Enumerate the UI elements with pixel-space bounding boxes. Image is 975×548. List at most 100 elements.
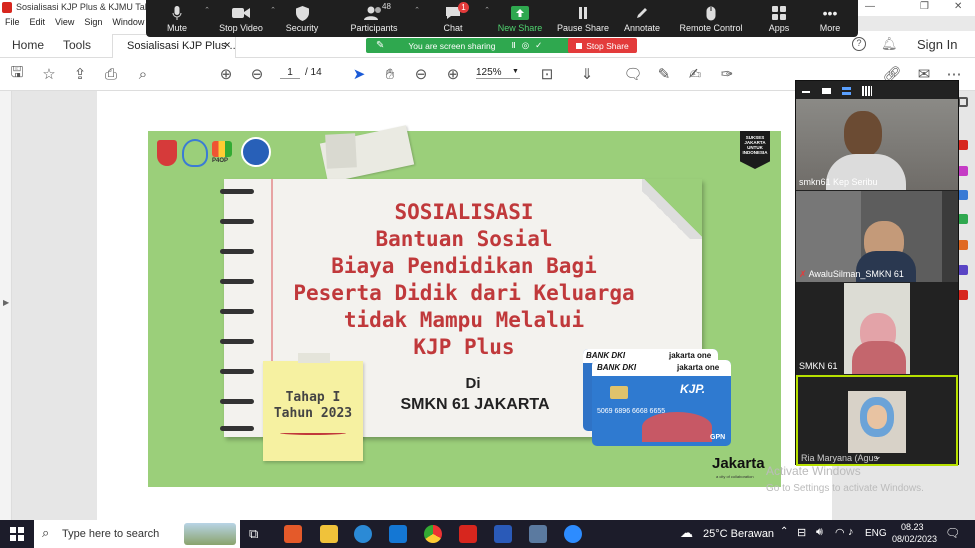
rail-tool-icon-3[interactable] xyxy=(958,166,968,176)
save-icon[interactable]: 🖫︎ xyxy=(8,64,26,83)
comment-icon[interactable]: 🗨︎ xyxy=(623,65,642,83)
minimize-button[interactable]: — xyxy=(865,1,875,12)
video-tile-1[interactable]: smkn61 Kep Seribu xyxy=(796,99,958,190)
pause-share-button[interactable]: Pause Share xyxy=(552,0,614,37)
wifi-icon[interactable]: ◠ xyxy=(835,526,845,539)
stop-video-button[interactable]: Stop Video ⌃ xyxy=(208,0,276,37)
rail-tool-icon-5[interactable] xyxy=(958,214,968,224)
pause-small-icon[interactable]: Ⅱ xyxy=(512,40,516,51)
security-button[interactable]: Security xyxy=(274,0,330,37)
zoom-search-icon[interactable]: ⌕ xyxy=(134,65,152,83)
chat-button[interactable]: 1 Chat ⌃ xyxy=(418,0,490,37)
slide-title-line-4: Peserta Didik dari Keluarga xyxy=(293,281,635,305)
print-icon[interactable]: ⎙ xyxy=(102,65,120,83)
video-tile-2[interactable]: ✗ AwaluSilman_SMKN 61 xyxy=(796,191,958,282)
page-fit-icon[interactable]: ⊡ xyxy=(538,65,556,83)
zoom-video-panel[interactable]: smkn61 Kep Seribu ✗ AwaluSilman_SMKN 61 … xyxy=(795,80,959,466)
doc-tab-close-icon[interactable]: ✕ xyxy=(223,40,231,51)
help-icon[interactable]: ? xyxy=(852,37,866,51)
stop-video-label: Stop Video xyxy=(219,23,263,33)
clock-date[interactable]: 08/02/2023 xyxy=(892,534,937,544)
page-up-icon[interactable]: ⊕ xyxy=(217,65,235,83)
acrobat-reader-icon[interactable] xyxy=(459,525,477,543)
highlight-pen-icon[interactable]: ✎ xyxy=(655,65,673,83)
notification-bell-icon[interactable]: 🔔︎ xyxy=(881,36,898,52)
organization-logo-icon xyxy=(182,139,208,167)
rail-tool-icon-7[interactable] xyxy=(958,265,968,275)
zoom-dropdown-chevron-icon[interactable]: ▼ xyxy=(512,68,519,75)
stop-square-icon xyxy=(576,42,583,49)
bookmark-star-icon[interactable]: ☆ xyxy=(40,65,58,83)
tab-tools[interactable]: Tools xyxy=(63,38,91,52)
more-button[interactable]: ••• More xyxy=(806,0,854,37)
info-circle-icon[interactable]: ◎ xyxy=(522,40,529,51)
menu-window[interactable]: Window xyxy=(107,16,149,31)
tray-chevron-icon[interactable]: ⌃ xyxy=(780,526,788,537)
scroll-mode-icon[interactable]: ⇓ xyxy=(578,65,596,83)
select-cursor-icon[interactable]: ➤ xyxy=(350,65,368,83)
page-down-icon[interactable]: ⊖ xyxy=(248,65,266,83)
left-panel-strip[interactable]: ▶ xyxy=(0,91,12,520)
language-indicator[interactable]: ENG xyxy=(865,528,887,539)
chrome-browser-icon[interactable] xyxy=(424,525,442,543)
drag-handle-icon[interactable]: ✎ xyxy=(376,40,384,51)
fill-sign-icon[interactable]: ✑ xyxy=(718,65,736,83)
annotate-button[interactable]: Annotate xyxy=(614,0,670,37)
rail-tool-icon-8[interactable] xyxy=(958,290,968,300)
zoom-out-icon[interactable]: ⊖ xyxy=(412,65,430,83)
apps-button[interactable]: Apps xyxy=(752,0,806,37)
draw-icon[interactable]: ✍︎ xyxy=(686,65,704,83)
remote-control-button[interactable]: Remote Control xyxy=(670,0,752,37)
rail-tool-icon-1[interactable] xyxy=(958,97,968,107)
task-view-icon[interactable]: ⧉ xyxy=(249,526,258,542)
microsoft-store-icon[interactable] xyxy=(284,525,302,543)
menu-view[interactable]: View xyxy=(50,16,79,31)
tab-document[interactable]: Sosialisasi KJP Plus ... ✕ xyxy=(112,34,236,58)
new-share-button[interactable]: New Share xyxy=(488,0,552,37)
zoom-in-icon[interactable]: ⊕ xyxy=(444,65,462,83)
mute-button[interactable]: Mute ⌃ xyxy=(146,0,210,37)
windows-start-icon[interactable] xyxy=(10,527,24,541)
word-icon[interactable] xyxy=(494,525,512,543)
sign-in-button[interactable]: Sign In xyxy=(917,37,957,52)
hand-tool-icon[interactable]: ✋︎ xyxy=(381,65,399,83)
menu-file[interactable]: File xyxy=(0,16,25,31)
network-icon[interactable]: ⊟ xyxy=(797,526,806,539)
weather-text[interactable]: 25°C Berawan xyxy=(703,528,774,540)
taskbar-search-box[interactable]: ⌕ Type here to search xyxy=(34,520,240,548)
mouse-icon xyxy=(701,5,721,21)
mail-icon[interactable] xyxy=(389,525,407,543)
participants-button[interactable]: 48 Participants ⌃ xyxy=(330,0,420,37)
edge-browser-icon[interactable] xyxy=(354,525,372,543)
upload-cloud-icon[interactable]: ⇪ xyxy=(71,65,89,83)
single-view-icon[interactable] xyxy=(822,88,831,94)
restore-button[interactable]: ❐ xyxy=(920,1,929,12)
clock-time[interactable]: 08.23 xyxy=(901,522,924,532)
video-tile-3[interactable]: SMKN 61 xyxy=(796,283,958,374)
zoom-app-icon[interactable] xyxy=(564,525,582,543)
rail-tool-icon-2[interactable] xyxy=(958,140,968,150)
volume-icon[interactable]: ♪ xyxy=(848,526,854,538)
notification-center-icon[interactable]: 🗨︎ xyxy=(945,526,960,540)
slide-title-line-1: SOSIALISASI xyxy=(394,200,534,224)
video-tile-4[interactable]: Ria Maryana (Agus ⌄ xyxy=(796,375,958,466)
scroll-down-chevron-icon[interactable]: ⌄ xyxy=(874,451,882,462)
strip-view-icon[interactable] xyxy=(842,87,851,95)
rail-tool-icon-6[interactable] xyxy=(958,240,968,250)
shield-check-icon[interactable]: ✓ xyxy=(535,40,542,51)
tab-home[interactable]: Home xyxy=(12,38,44,52)
minimize-video-icon[interactable] xyxy=(802,91,810,93)
file-explorer-icon[interactable] xyxy=(320,525,338,543)
gallery-view-icon[interactable] xyxy=(862,86,872,96)
remote-desktop-icon[interactable] xyxy=(529,525,547,543)
menu-edit[interactable]: Edit xyxy=(25,16,51,31)
speaker-icon[interactable]: 🔊︎ xyxy=(816,526,823,539)
rail-tool-icon-4[interactable] xyxy=(958,190,968,200)
bank-dki-logo-back: BANK DKI xyxy=(586,351,626,360)
slide-title-line-3: Biaya Pendidikan Bagi xyxy=(331,254,597,278)
stop-share-button[interactable]: Stop Share xyxy=(568,38,637,53)
expand-panel-arrow-icon[interactable]: ▶ xyxy=(3,298,9,307)
menu-sign[interactable]: Sign xyxy=(79,16,107,31)
close-window-button[interactable]: ✕ xyxy=(954,1,962,12)
page-number-input[interactable]: 1 xyxy=(280,67,300,79)
